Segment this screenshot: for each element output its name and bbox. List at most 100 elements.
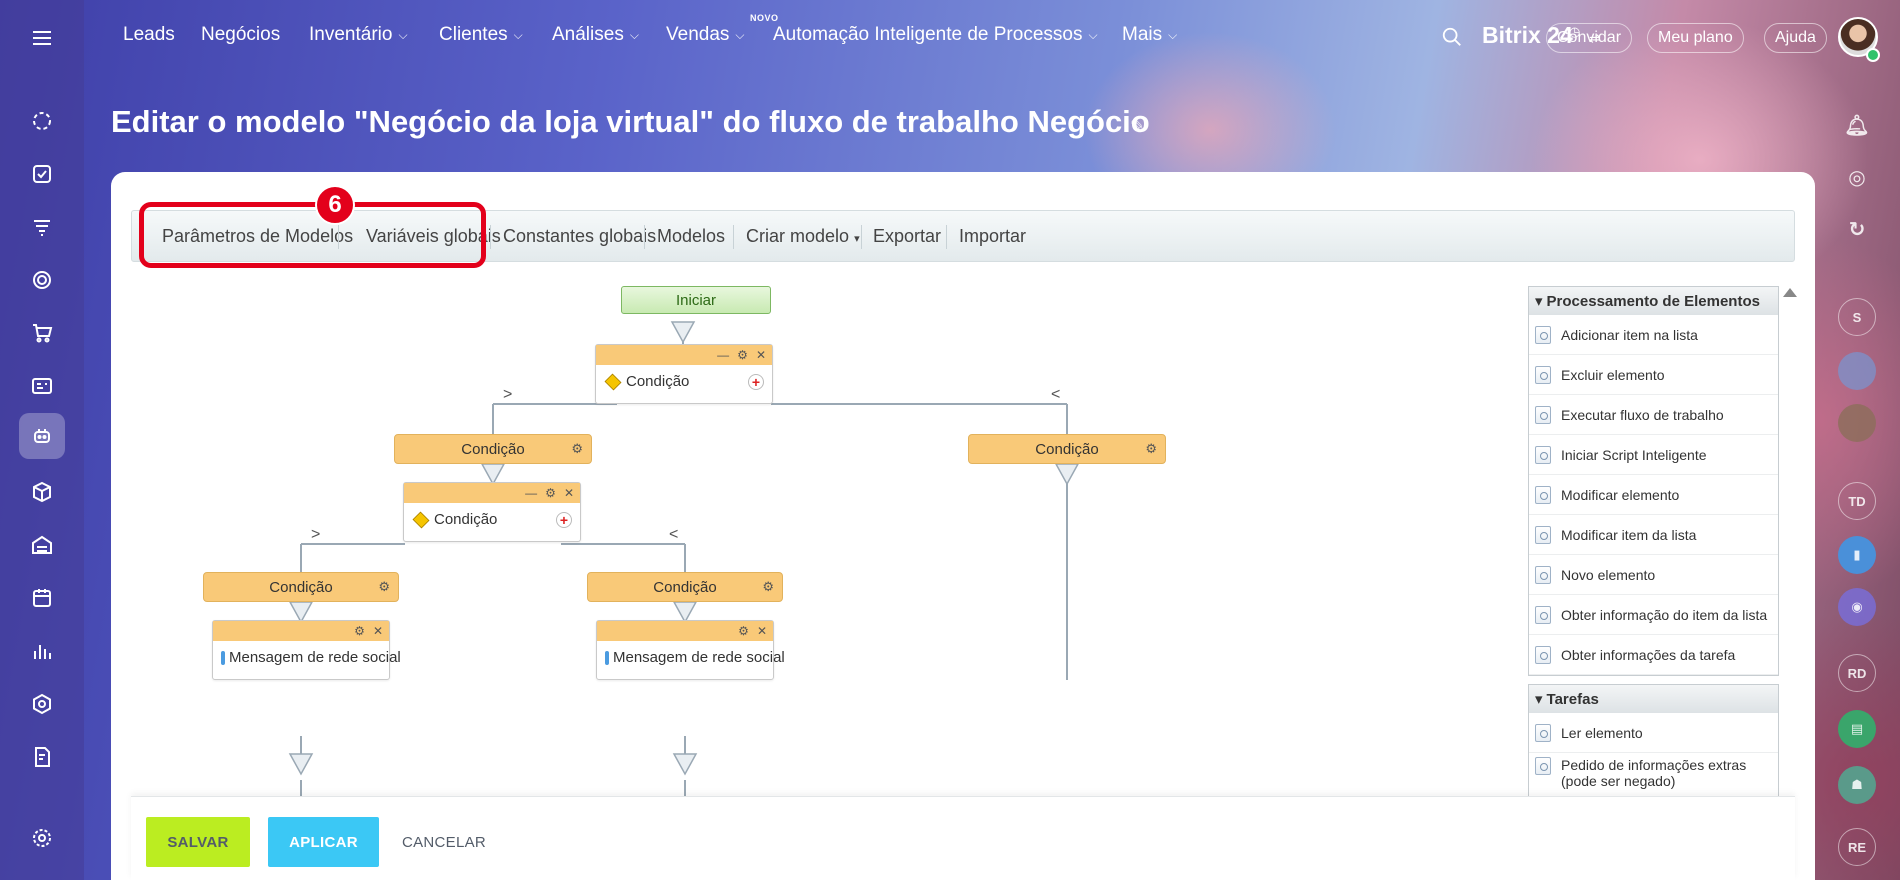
search-icon[interactable] — [1441, 26, 1463, 48]
block-label: Mensagem de rede social — [613, 649, 785, 666]
workflow-start-node[interactable]: Iniciar — [621, 286, 771, 314]
close-icon[interactable]: ✕ — [756, 348, 766, 362]
read-element-icon — [1535, 723, 1551, 742]
rail-globe-avatar[interactable] — [1838, 352, 1876, 390]
refresh-chat-icon[interactable]: ↻ — [1838, 210, 1876, 248]
bookmark-icon[interactable]: ▮ — [1838, 536, 1876, 574]
condition-branch[interactable]: Condição ⚙ — [203, 572, 399, 602]
tab-import[interactable]: Importar — [959, 226, 1026, 247]
tab-global-constants[interactable]: Constantes globais — [503, 226, 656, 247]
rail-user-avatar[interactable] — [1838, 404, 1876, 442]
rail-spiral-avatar[interactable]: ◉ — [1838, 588, 1876, 626]
block-label: Mensagem de rede social — [229, 649, 401, 666]
nav-sales[interactable]: Vendas ⌵ — [666, 24, 745, 46]
rail-contact-rd[interactable]: RD — [1838, 654, 1876, 692]
workflow-canvas[interactable]: Iniciar — ⚙ ✕ Condição + > < Condição ⚙ Cond… — [131, 280, 1511, 800]
gear-icon[interactable]: ⚙ — [545, 486, 556, 500]
close-icon[interactable]: ✕ — [757, 624, 767, 638]
gear-icon[interactable]: ⚙ — [762, 579, 774, 595]
activity-item[interactable]: Ler elemento — [1529, 713, 1778, 753]
minimize-icon[interactable]: — — [525, 486, 537, 500]
condition-block[interactable]: — ⚙ ✕ Condição + — [595, 344, 773, 404]
caret-down-icon: ▾ — [854, 233, 860, 245]
activity-item[interactable]: Iniciar Script Inteligente — [1529, 435, 1778, 475]
activity-item[interactable]: Executar fluxo de trabalho — [1529, 395, 1778, 435]
activity-item[interactable]: Modificar elemento — [1529, 475, 1778, 515]
add-branch-icon[interactable]: + — [748, 373, 764, 390]
activity-item[interactable]: Modificar item da lista — [1529, 515, 1778, 555]
pin-icon[interactable]: ✎ — [1130, 116, 1145, 137]
collapse-triangle-icon: ▾ — [1535, 691, 1543, 708]
gear-icon[interactable]: ⚙ — [378, 579, 390, 595]
nav-analytics[interactable]: Análises ⌵ — [552, 24, 639, 46]
left-sidebar — [0, 0, 84, 880]
tab-create-template[interactable]: Criar modelo ▾ — [746, 226, 860, 247]
activity-icon — [1535, 325, 1551, 344]
gear-icon[interactable]: ⚙ — [354, 624, 365, 638]
nav-automation[interactable]: Automação Inteligente de Processos ⌵ — [773, 24, 1098, 46]
chevron-down-icon: ⌵ — [513, 27, 523, 42]
gear-icon[interactable]: ⚙ — [571, 441, 583, 457]
box-icon[interactable] — [22, 472, 62, 512]
crm-funnel-icon[interactable] — [22, 207, 62, 247]
scroll-up-arrow-icon[interactable] — [1783, 288, 1797, 297]
rail-group-avatar[interactable]: ☗ — [1838, 766, 1876, 804]
activity-item[interactable]: Adicionar item na lista — [1529, 315, 1778, 355]
rail-contact-td[interactable]: TD — [1838, 482, 1876, 520]
gear-icon[interactable]: ⚙ — [737, 348, 748, 362]
toolbar-divider — [733, 225, 734, 249]
feed-icon[interactable] — [22, 101, 62, 141]
add-branch-icon[interactable]: + — [556, 511, 572, 528]
cancel-button[interactable]: CANCELAR — [399, 817, 489, 867]
activity-icon — [1535, 525, 1551, 544]
my-plan-button[interactable]: Meu plano — [1647, 23, 1744, 53]
condition-branch[interactable]: Condição ⚙ — [968, 434, 1166, 464]
target-icon[interactable] — [22, 260, 62, 300]
social-message-block[interactable]: ⚙ ✕ Mensagem de rede social — [596, 620, 785, 680]
activity-item[interactable]: Excluir elemento — [1529, 355, 1778, 395]
rail-contact-s[interactable]: S — [1838, 298, 1876, 336]
analytics-icon[interactable] — [22, 631, 62, 671]
minimize-icon[interactable]: — — [717, 348, 729, 362]
chat-spiral-icon[interactable]: ◎ — [1838, 158, 1876, 196]
automation-bot-icon[interactable] — [19, 413, 65, 459]
condition-branch[interactable]: Condição ⚙ — [394, 434, 592, 464]
warehouse-icon[interactable] — [22, 525, 62, 565]
group-header[interactable]: ▾ Tarefas — [1529, 685, 1778, 713]
group-header[interactable]: ▾ Processamento de Elementos — [1529, 287, 1778, 315]
rail-chat-avatar[interactable]: ▤ — [1838, 710, 1876, 748]
activity-item[interactable]: Pedido de informações extras (pode ser n… — [1529, 753, 1778, 797]
menu-icon[interactable] — [22, 18, 62, 58]
help-button[interactable]: Ajuda — [1764, 23, 1827, 53]
condition-branch[interactable]: Condição ⚙ — [587, 572, 783, 602]
document-sign-icon[interactable] — [22, 737, 62, 777]
rail-contact-re[interactable]: RE — [1838, 828, 1876, 866]
tab-export[interactable]: Exportar — [873, 226, 941, 247]
gear-icon[interactable]: ⚙ — [1145, 441, 1157, 457]
block-label: Condição — [434, 511, 498, 528]
tasks-icon[interactable] — [22, 154, 62, 194]
settings-gear-icon[interactable] — [22, 818, 62, 858]
social-message-block[interactable]: ⚙ ✕ Mensagem de rede social — [212, 620, 401, 680]
nav-clients[interactable]: Clientes ⌵ — [439, 24, 523, 46]
calendar-icon[interactable] — [22, 578, 62, 618]
save-button[interactable]: SALVAR — [146, 817, 250, 867]
activity-item[interactable]: Obter informações da tarefa — [1529, 635, 1778, 675]
nav-deals[interactable]: Negócios — [201, 24, 280, 46]
close-icon[interactable]: ✕ — [564, 486, 574, 500]
nav-leads[interactable]: Leads — [123, 24, 175, 46]
nav-inventory[interactable]: Inventário ⌵ — [309, 24, 408, 46]
cart-icon[interactable] — [22, 313, 62, 353]
nav-more[interactable]: Mais ⌵ — [1122, 24, 1177, 46]
apply-button[interactable]: APLICAR — [268, 817, 379, 867]
tab-templates[interactable]: Modelos — [657, 226, 725, 247]
marketplace-icon[interactable] — [22, 684, 62, 724]
close-icon[interactable]: ✕ — [373, 624, 383, 638]
activity-item[interactable]: Obter informação do item da lista — [1529, 595, 1778, 635]
bell-icon[interactable]: 🔔︎ — [1838, 106, 1876, 144]
contact-card-icon[interactable] — [22, 366, 62, 406]
gear-icon[interactable]: ⚙ — [738, 624, 749, 638]
activity-item[interactable]: Novo elemento — [1529, 555, 1778, 595]
invite-button[interactable]: Convidar — [1546, 23, 1633, 53]
condition-block[interactable]: — ⚙ ✕ Condição + — [403, 482, 581, 542]
